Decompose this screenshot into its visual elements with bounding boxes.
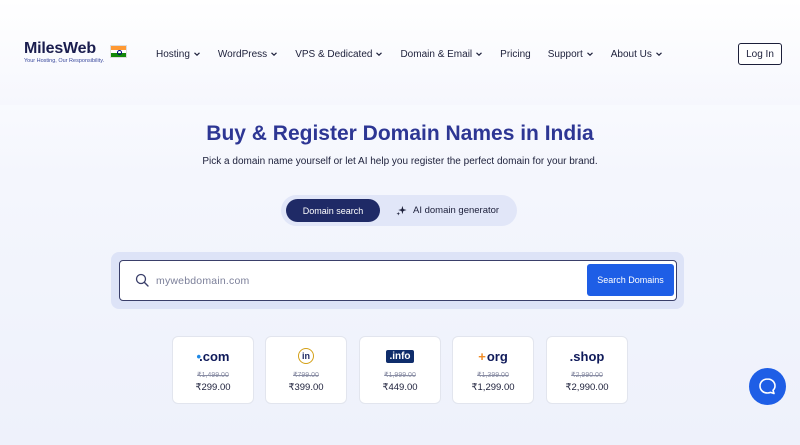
tld-new-price: ₹299.00 [195, 382, 231, 393]
chevron-down-icon [193, 52, 200, 57]
tld-ext: org [486, 348, 508, 364]
tld-ext: .com [199, 348, 230, 364]
tld-card-in[interactable]: in ₹799.00 ₹399.00 [265, 336, 347, 404]
ai-tab-label: AI domain generator [413, 205, 500, 216]
tld-old-price: ₹1,499.00 [197, 372, 229, 379]
page-title: Buy & Register Domain Names in India [206, 122, 594, 145]
tld-card-com[interactable]: • .com ₹1,499.00 ₹299.00 [172, 336, 254, 404]
chevron-down-icon [476, 52, 483, 57]
login-button[interactable]: Log In [738, 43, 782, 65]
search-domains-button[interactable]: Search Domains [587, 264, 674, 296]
site-header: MilesWeb Your Hosting, Our Responsibilit… [0, 0, 800, 105]
nav-item-support[interactable]: Support [548, 49, 594, 60]
in-badge: in [298, 348, 314, 364]
chevron-down-icon [271, 52, 278, 57]
domain-search-input[interactable] [156, 271, 576, 291]
tld-ext: .shop [569, 348, 605, 364]
search-box: Search Domains [119, 260, 677, 301]
tld-old-price: ₹1,399.00 [477, 372, 509, 379]
nav-item-wordpress[interactable]: WordPress [218, 49, 278, 60]
tld-label: .shop [547, 347, 627, 365]
sparkle-icon [396, 205, 407, 216]
tld-old-price: ₹2,990.00 [571, 372, 603, 379]
tld-label: + org [478, 348, 508, 364]
page-subtitle: Pick a domain name yourself or let AI he… [202, 156, 598, 167]
chat-button[interactable] [749, 368, 786, 405]
search-mode-toggle: Domain search AI domain generator [281, 195, 517, 226]
chevron-down-icon [376, 52, 383, 57]
tld-card-shop[interactable]: .shop ₹2,990.00 ₹2,990.00 [546, 336, 628, 404]
nav-item-label: WordPress [217, 48, 268, 60]
nav-item-label: Support [547, 48, 583, 60]
domain-search-tab[interactable]: Domain search [286, 199, 380, 222]
chat-icon [759, 378, 776, 395]
domain-search-panel: Search Domains [111, 252, 684, 309]
logo-text: MilesWeb [24, 40, 96, 57]
nav-item-label: Hosting [156, 48, 190, 60]
search-icon [135, 273, 149, 287]
logo-tagline: Your Hosting, Our Responsibility. [24, 58, 105, 64]
nav-item-label: About Us [610, 48, 652, 60]
tld-label: .info [360, 347, 440, 365]
main-nav: Hosting WordPress VPS & Dedicated Domain… [156, 46, 680, 62]
tld-new-price: ₹1,299.00 [471, 382, 515, 393]
nav-item-hosting[interactable]: Hosting [156, 49, 201, 60]
nav-item-about-us[interactable]: About Us [611, 49, 663, 60]
nav-item-vps-dedicated[interactable]: VPS & Dedicated [295, 49, 383, 60]
nav-item-label: Pricing [500, 48, 531, 60]
chevron-down-icon [655, 52, 662, 57]
tld-old-price: ₹1,999.00 [384, 372, 416, 379]
tld-card-info[interactable]: .info ₹1,999.00 ₹449.00 [359, 336, 441, 404]
tld-card-org[interactable]: + org ₹1,399.00 ₹1,299.00 [452, 336, 534, 404]
nav-item-domain-email[interactable]: Domain & Email [400, 49, 483, 60]
nav-item-label: VPS & Dedicated [295, 48, 373, 60]
tld-label: in [266, 347, 346, 365]
tld-old-price: ₹799.00 [293, 372, 319, 379]
info-badge: .info [386, 349, 414, 363]
tld-new-price: ₹449.00 [382, 382, 418, 393]
tld-new-price: ₹399.00 [288, 382, 324, 393]
chevron-down-icon [586, 52, 593, 57]
india-flag-icon [110, 45, 127, 58]
nav-item-label: Domain & Email [400, 48, 473, 60]
ai-domain-generator-tab[interactable]: AI domain generator [396, 199, 499, 222]
tld-label: • .com [196, 348, 230, 364]
tld-new-price: ₹2,990.00 [565, 382, 609, 393]
nav-item-pricing[interactable]: Pricing [500, 49, 531, 60]
logo[interactable]: MilesWeb Your Hosting, Our Responsibilit… [24, 40, 134, 70]
